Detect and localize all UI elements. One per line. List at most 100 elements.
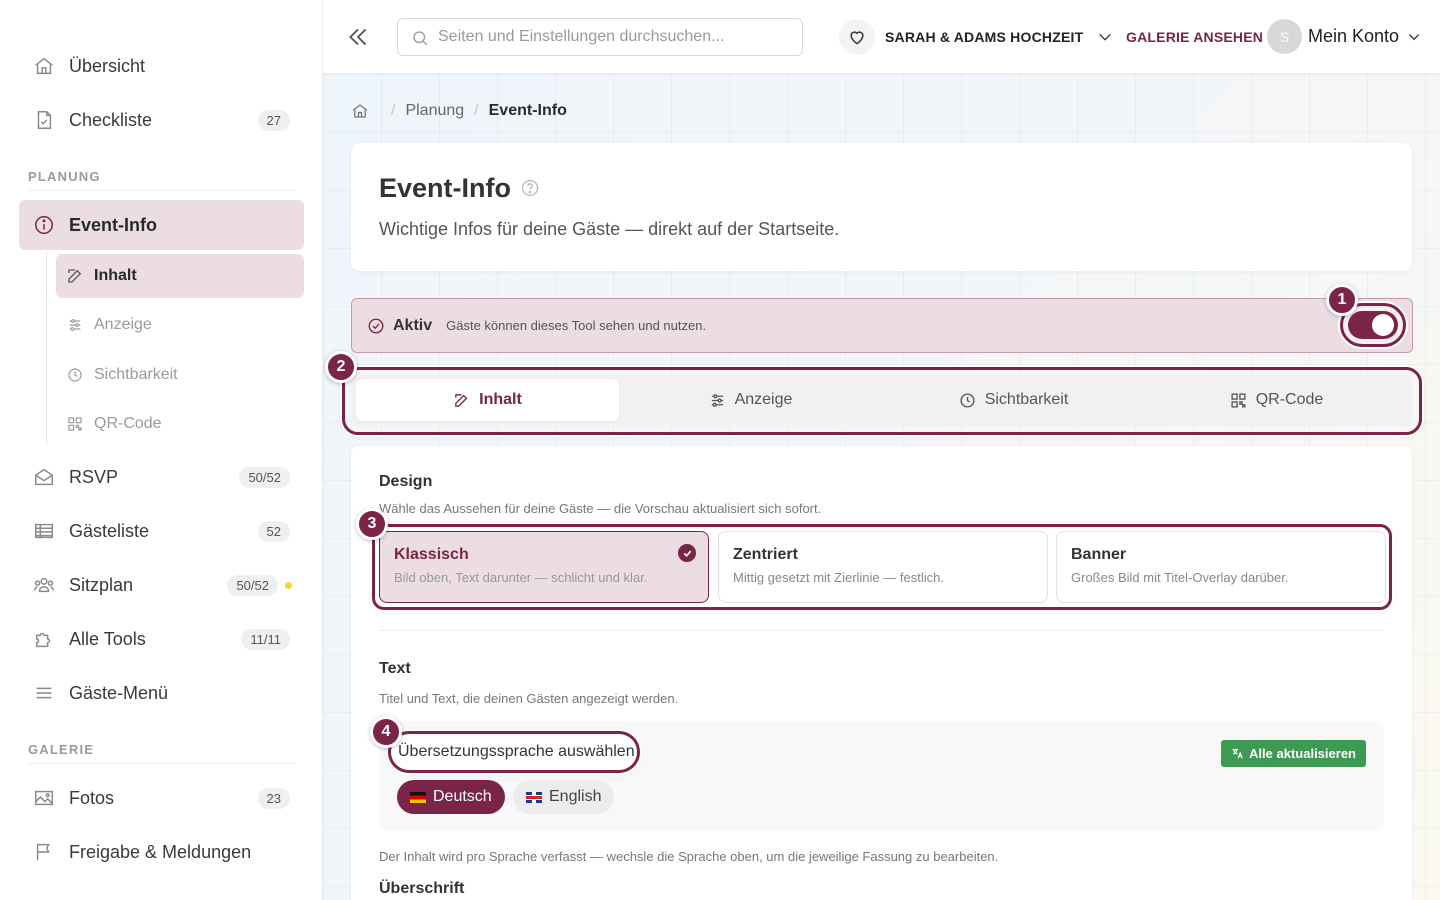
breadcrumb-current: Event-Info [488,102,567,119]
sidebar-item-label: RSVP [69,466,119,487]
design-option-description: Großes Bild mit Titel-Overlay darüber. [1071,570,1289,585]
tab-qr-code[interactable]: QR-Code [1145,379,1408,421]
sidebar-item-rsvp[interactable]: RSVP 50/52 [19,452,304,502]
breadcrumb: / Planung / Event-Info [351,102,567,120]
search-placeholder: Seiten und Einstellungen durchsuchen... [438,28,725,45]
design-option-description: Bild oben, Text darunter — schlicht und … [394,570,648,585]
chevron-down-icon [1097,29,1113,45]
sidebar-item-uebersicht[interactable]: Übersicht [19,41,304,91]
update-all-label: Alle aktualisieren [1249,746,1356,761]
sidebar-item-fotos[interactable]: Fotos 23 [19,773,304,823]
notification-dot [285,581,292,589]
image-icon [33,787,55,809]
design-description: Wähle das Aussehen für deine Gäste — die… [379,501,822,516]
event-name: SARAH & ADAMS HOCHZEIT [885,29,1084,45]
tab-label: QR-Code [1255,391,1324,408]
event-selector[interactable]: SARAH & ADAMS HOCHZEIT [839,18,1113,56]
tour-badge-4: 4 [370,716,402,748]
translate-icon [1231,747,1244,760]
sidebar-subitem-label: QR-Code [94,415,162,432]
sidebar-item-label: Event-Info [69,214,157,235]
page-subtitle: Wichtige Infos für deine Gäste — direkt … [379,219,840,239]
flag-icon [33,841,55,863]
section-divider [28,763,296,764]
avatar: S [1267,19,1302,54]
sidebar-item-gaesteliste[interactable]: Gästeliste 52 [19,506,304,556]
flag-uk-icon [526,791,542,803]
design-option-klassisch[interactable]: Klassisch Bild oben, Text darunter — sch… [379,531,709,603]
submenu-line [46,252,47,444]
flag-de-icon [410,791,426,803]
collapse-sidebar-icon[interactable] [345,24,371,50]
content-card: Design Wähle das Aussehen für deine Gäst… [351,446,1412,900]
toggle-knob [1372,314,1394,336]
tab-label: Inhalt [479,391,522,408]
sidebar-item-gaeste-menue[interactable]: Gäste-Menü [19,668,304,718]
puzzle-icon [33,628,55,650]
tab-sichtbarkeit[interactable]: Sichtbarkeit [882,379,1145,421]
tour-badge-3: 3 [356,508,388,540]
language-box: Übersetzungssprache auswählen Alle aktua… [379,721,1384,831]
tab-bar: Inhalt Anzeige Sichtbarkeit QR-Code [351,374,1413,426]
sidebar-item-freigabe[interactable]: Freigabe & Meldungen [19,827,304,877]
page-title: Event-Info [379,173,511,203]
breadcrumb-separator: / [391,102,396,119]
section-divider [28,190,296,191]
sidebar-subitem-anzeige[interactable]: Anzeige [56,303,304,347]
check-circle-icon [367,317,385,335]
tour-badge-2: 2 [325,351,357,383]
design-option-banner[interactable]: Banner Großes Bild mit Titel-Overlay dar… [1056,531,1386,603]
design-option-title: Banner [1071,546,1127,563]
sidebar-item-alle-tools[interactable]: Alle Tools 11/11 [19,614,304,664]
section-label-galerie: GALERIE [28,742,95,757]
update-all-button[interactable]: Alle aktualisieren [1221,740,1366,767]
language-pill-english[interactable]: English [513,780,615,814]
design-option-title: Klassisch [394,546,469,563]
account-menu[interactable]: S Mein Konto [1267,19,1421,54]
sidebar-item-event-info[interactable]: Event-Info [19,200,304,250]
language-pill-deutsch[interactable]: Deutsch [397,780,505,814]
language-label: Übersetzungssprache auswählen [388,731,640,773]
tour-badge-1: 1 [1326,284,1358,316]
sidebar-item-label: Sitzplan [69,574,134,595]
sidebar-item-label: Übersicht [69,55,146,76]
qr-icon [66,415,84,433]
sidebar-subitem-inhalt[interactable]: Inhalt [56,254,304,298]
sidebar-item-checkliste[interactable]: Checkliste 27 [19,95,304,145]
sidebar-item-label: Gästeliste [69,520,150,541]
language-pill-label: English [549,788,602,805]
breadcrumb-parent[interactable]: Planung [405,102,464,120]
active-status-bar: Aktiv Gäste können dieses Tool sehen und… [351,298,1413,353]
gallery-link[interactable]: GALERIE ANSEHEN [1126,29,1263,45]
design-option-zentriert[interactable]: Zentriert Mittig gesetzt mit Zierlinie —… [718,531,1048,603]
tab-inhalt[interactable]: Inhalt [356,379,619,421]
home-icon[interactable] [351,102,369,120]
active-toggle[interactable] [1348,311,1398,339]
section-divider [379,630,1384,631]
language-pill-label: Deutsch [433,788,492,805]
search-input[interactable]: Seiten und Einstellungen durchsuchen... [397,18,803,56]
text-title: Text [379,660,411,677]
tab-label: Anzeige [734,391,793,408]
count-badge: 50/52 [239,466,290,488]
checklist-icon [33,109,55,131]
topbar: Seiten und Einstellungen durchsuchen... … [323,0,1440,74]
heading-field-label: Überschrift [379,880,465,897]
count-badge: 52 [257,520,290,542]
main-content: / Planung / Event-Info Event-Info Wichti… [323,74,1440,900]
count-badge: 50/52 [227,574,278,596]
sidebar-subitem-label: Anzeige [94,316,152,333]
design-option-description: Mittig gesetzt mit Zierlinie — festlich. [733,570,944,585]
sidebar-item-label: Checkliste [69,109,153,130]
info-icon [33,214,55,236]
sliders-icon [709,392,726,409]
tab-anzeige[interactable]: Anzeige [619,379,882,421]
tab-label: Sichtbarkeit [984,391,1069,408]
help-icon[interactable] [520,178,540,198]
sidebar-subitem-label: Sichtbarkeit [94,366,178,383]
active-label: Aktiv [393,316,433,334]
sidebar-subitem-qr-code[interactable]: QR-Code [56,402,304,446]
sidebar-item-sitzplan[interactable]: Sitzplan 50/52 [19,560,304,610]
sidebar-subitem-sichtbarkeit[interactable]: Sichtbarkeit [56,353,304,397]
count-badge: 11/11 [241,628,290,650]
